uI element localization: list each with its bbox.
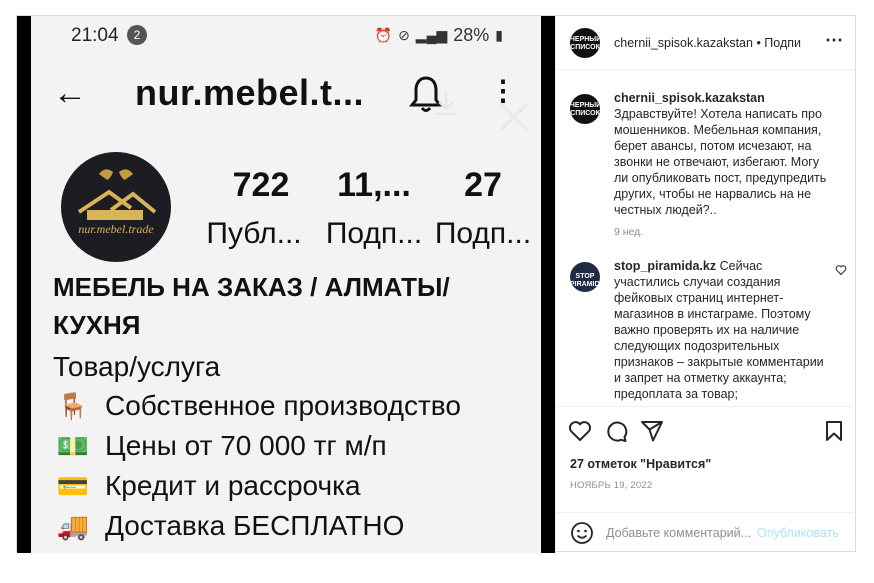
comments-list[interactable]: ЧЕРНЫЙ СПИСОК chernii_spisok.kazakstan З… <box>556 70 857 406</box>
instagram-post: 21:04 2 ⏰ ⊘ ▂▄▆ 28% ▮ ← nur.mebel.t... ⋮ <box>16 15 857 553</box>
close-overlay-icon[interactable] <box>497 100 531 134</box>
comment-avatar[interactable]: ЧЕРНЫЙ СПИСОК <box>570 94 600 124</box>
comment-body: stop_piramida.kz Сейчас участились случа… <box>614 258 824 402</box>
comment-username[interactable]: stop_piramida.kz <box>614 259 716 273</box>
separator: • <box>752 36 765 50</box>
chair-icon: 🪑 <box>56 391 90 421</box>
bio-line-text: Цены от 70 000 тг м/п <box>105 430 387 461</box>
follow-link[interactable]: Подпи <box>764 36 801 50</box>
signal-icon: ▂▄▆ <box>415 27 448 43</box>
battery-icon: ▮ <box>495 27 503 43</box>
comment-body: chernii_spisok.kazakstan Здравствуйте! Х… <box>614 90 834 240</box>
stat-value: 27 <box>464 166 502 204</box>
post-actions: 27 отметок "Нравится" НОЯБРЬ 19, 2022 <box>556 406 857 526</box>
bio-name-line: МЕБЕЛЬ НА ЗАКАЗ / АЛМАТЫ/ <box>53 272 450 302</box>
bio-line: 💳 Кредит и рассрочка <box>53 466 533 506</box>
bio-line: 🚚 Доставка БЕСПЛАТНО <box>53 506 533 546</box>
share-icon[interactable] <box>640 419 664 443</box>
comment-text: Сейчас участились случаи создания фейков… <box>614 259 824 401</box>
post-sidebar: ЧЕРНЫЙ СПИСОК chernii_spisok.kazakstan •… <box>555 16 857 553</box>
add-comment-bar: Добавьте комментарий... Опубликовать <box>556 512 857 553</box>
money-icon: 💵 <box>56 431 90 461</box>
credit-card-icon: 💳 <box>56 471 90 501</box>
post-date: НОЯБРЬ 19, 2022 <box>570 480 653 491</box>
stat-label: Подп... <box>325 217 423 250</box>
status-bar: 21:04 2 ⏰ ⊘ ▂▄▆ 28% ▮ <box>31 16 541 56</box>
battery-percent: 28% <box>453 25 490 45</box>
system-icons: ⏰ ⊘ ▂▄▆ 28% ▮ <box>375 25 503 46</box>
avatar-brand-text: nur.mebel.trade <box>78 222 154 236</box>
back-arrow-icon: ← <box>53 74 87 112</box>
bio-line: 💵 Цены от 70 000 тг м/п <box>53 426 533 466</box>
comment-input[interactable]: Добавьте комментарий... <box>606 526 751 540</box>
avatar-text: ЧЕРНЫЙ СПИСОК <box>570 36 600 51</box>
account-name-link[interactable]: chernii_spisok.kazakstan <box>614 36 753 50</box>
profile-bio: МЕБЕЛЬ НА ЗАКАЗ / АЛМАТЫ/ КУХНЯ Товар/ус… <box>53 268 533 546</box>
stat-label: Публ... <box>206 217 302 250</box>
stat-posts: 722 Публ... <box>206 166 311 251</box>
bookmark-icon[interactable] <box>822 419 846 443</box>
account-avatar[interactable]: ЧЕРНЫЙ СПИСОК <box>570 28 600 58</box>
comment-username[interactable]: chernii_spisok.kazakstan <box>614 91 765 105</box>
dnd-icon: ⊘ <box>398 27 410 43</box>
like-comment-heart-icon[interactable] <box>835 264 847 276</box>
post-media[interactable]: 21:04 2 ⏰ ⊘ ▂▄▆ 28% ▮ ← nur.mebel.t... ⋮ <box>17 16 555 553</box>
phone-screenshot: 21:04 2 ⏰ ⊘ ▂▄▆ 28% ▮ ← nur.mebel.t... ⋮ <box>31 16 541 553</box>
comment-icon[interactable] <box>604 419 628 443</box>
stat-value: 722 <box>232 166 290 204</box>
bio-line: 🪑 Собственное производство <box>53 386 533 426</box>
alarm-icon: ⏰ <box>374 27 393 43</box>
bio-name-line: КУХНЯ <box>53 310 141 340</box>
stat-label: Подп... <box>434 217 532 250</box>
heart-icon[interactable] <box>568 419 592 443</box>
profile-username: nur.mebel.t... <box>135 72 365 113</box>
likes-count[interactable]: 27 отметок "Нравится" <box>570 457 711 471</box>
house-logo-icon <box>77 169 157 220</box>
profile-avatar: nur.mebel.trade <box>61 152 171 262</box>
avatar-text: ЧЕРНЫЙ СПИСОК <box>570 102 600 117</box>
status-time: 21:04 <box>71 25 119 46</box>
comment-text: Здравствуйте! Хотела написать про мошенн… <box>614 107 827 217</box>
stat-following: 27 Подп... <box>433 166 533 251</box>
publish-button[interactable]: Опубликовать <box>757 526 839 540</box>
avatar-text: STOP PIRAMIDA <box>570 273 600 288</box>
bio-line-text: Собственное производство <box>105 390 461 421</box>
more-options-icon[interactable]: ⋯ <box>825 30 843 51</box>
bio-line-text: Кредит и рассрочка <box>105 470 361 501</box>
download-overlay-icon[interactable] <box>431 88 461 118</box>
bio-line-text: Доставка БЕСПЛАТНО <box>105 510 405 541</box>
comment-age[interactable]: 9 нед. <box>614 224 834 240</box>
emoji-icon[interactable] <box>570 521 594 545</box>
stat-followers: 11,... Подп... <box>319 166 429 251</box>
notification-badge: 2 <box>127 25 147 45</box>
bio-category: Товар/услуга <box>53 351 221 382</box>
truck-icon: 🚚 <box>56 511 90 541</box>
post-header: ЧЕРНЫЙ СПИСОК chernii_spisok.kazakstan •… <box>556 16 857 70</box>
comment-avatar[interactable]: STOP PIRAMIDA <box>570 262 600 292</box>
profile-header: ← nur.mebel.t... ⋮ <box>31 68 541 132</box>
stat-value: 11,... <box>337 166 411 204</box>
post-account: chernii_spisok.kazakstan • Подпи <box>614 36 801 50</box>
